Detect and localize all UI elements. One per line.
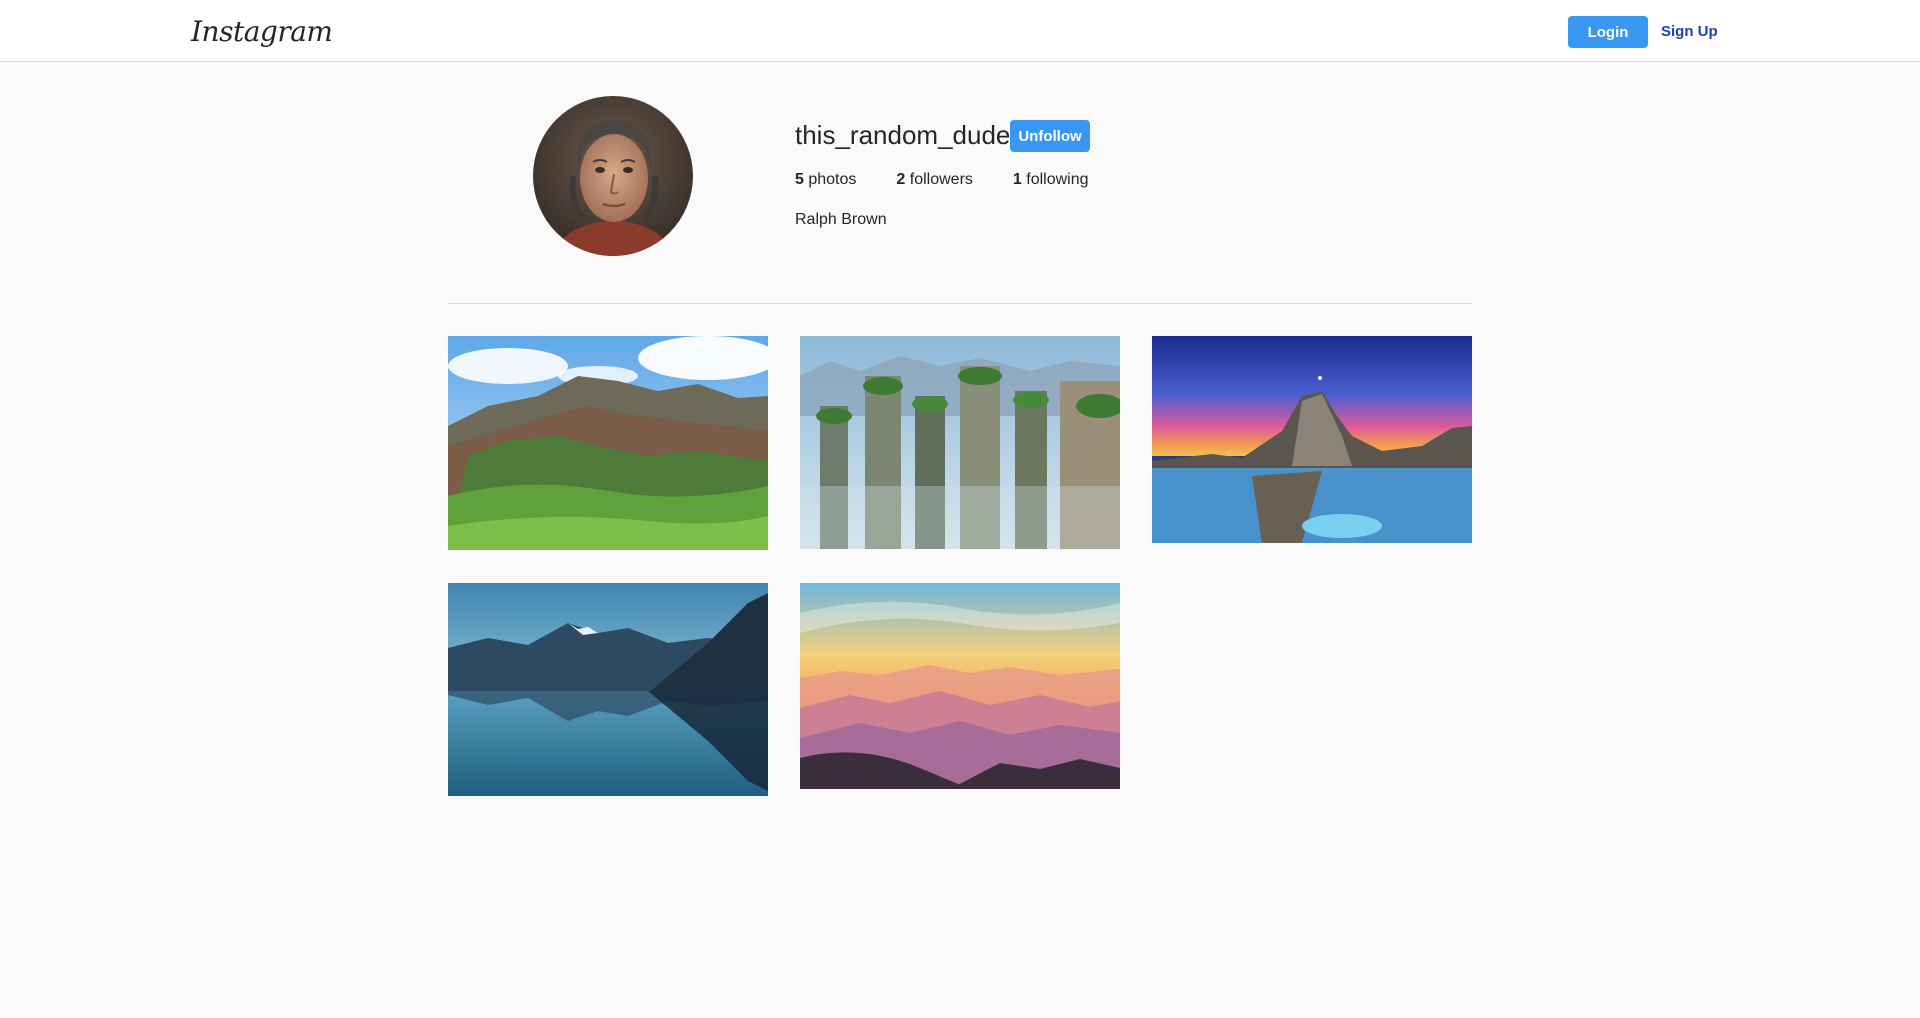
stat-following-label: following: [1026, 171, 1089, 188]
photo-lake-reflection-image: [448, 583, 768, 796]
stat-following[interactable]: 1 following: [1013, 168, 1089, 192]
sign-up-link[interactable]: Sign Up: [1661, 16, 1718, 48]
photo-grid-item[interactable]: [448, 583, 768, 796]
photo-stone-pillars-image: [800, 336, 1120, 549]
stat-photos-count: 5: [795, 171, 804, 188]
stat-following-count: 1: [1012, 171, 1022, 188]
photo-grid-item[interactable]: [800, 583, 1120, 789]
profile-stats: 5 photos 2 followers 1 following: [795, 168, 1129, 192]
stat-followers-count: 2: [896, 171, 906, 188]
stat-followers[interactable]: 2 followers: [896, 168, 973, 192]
top-navigation-bar: Instagram Login Sign Up: [0, 0, 1920, 62]
photo-grid-item[interactable]: [448, 336, 768, 550]
photo-rock-sunset-image: [1152, 336, 1472, 543]
login-button[interactable]: Login: [1568, 16, 1648, 48]
photo-grid-item[interactable]: [800, 336, 1120, 549]
instagram-logo[interactable]: Instagram: [191, 12, 333, 52]
profile-full-name: Ralph Brown: [795, 211, 887, 228]
photo-green-mountain-image: [448, 336, 768, 550]
profile-divider: [448, 303, 1472, 304]
stat-photos: 5 photos: [795, 168, 856, 192]
stat-photos-label: photos: [808, 171, 857, 188]
profile-avatar[interactable]: [533, 96, 693, 256]
unfollow-button[interactable]: Unfollow: [1010, 120, 1090, 152]
stat-followers-label: followers: [909, 171, 973, 188]
photo-sunset-mountains-image: [800, 583, 1120, 789]
photo-grid-item[interactable]: [1152, 336, 1472, 543]
profile-username: this_random_dude: [795, 120, 1011, 150]
